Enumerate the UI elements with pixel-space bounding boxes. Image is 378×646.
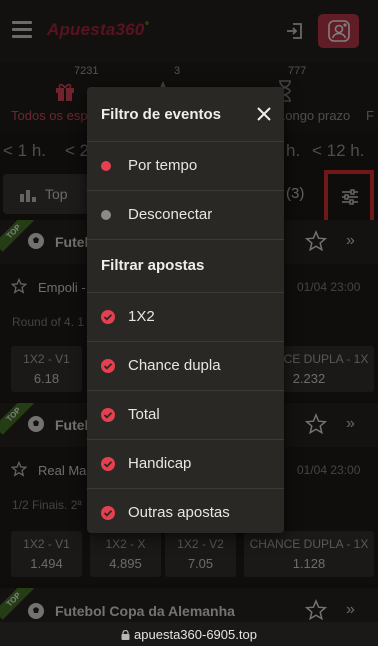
check-circle-icon: [101, 310, 115, 324]
check-circle-icon: [101, 359, 115, 373]
url-text: apuesta360-6905.top: [0, 627, 378, 642]
bets-section-header: Filtrar apostas: [87, 239, 284, 292]
url-value: apuesta360-6905.top: [134, 627, 257, 642]
section-title: Filtrar apostas: [101, 257, 205, 274]
filter-option-disconnect[interactable]: Desconectar: [87, 190, 284, 239]
radio-dot-icon: [101, 210, 111, 220]
bet-filter-other[interactable]: Outras apostas: [87, 488, 284, 533]
check-circle-icon: [101, 408, 115, 422]
bet-filter-label: Handicap: [128, 455, 192, 472]
filter-option-by-time[interactable]: Por tempo: [87, 141, 284, 190]
bet-filter-total[interactable]: Total: [87, 390, 284, 439]
bet-filter-label: Total: [128, 406, 160, 423]
close-icon[interactable]: [255, 105, 273, 123]
filter-option-label: Desconectar: [128, 206, 213, 223]
bet-filter-1x2[interactable]: 1X2: [87, 292, 284, 341]
bet-filter-label: 1X2: [128, 308, 155, 325]
check-circle-icon: [101, 506, 115, 520]
bet-filter-double-chance[interactable]: Chance dupla: [87, 341, 284, 390]
modal-title: Filtro de eventos: [101, 106, 222, 123]
bet-filter-label: Outras apostas: [128, 504, 230, 521]
browser-url-bar[interactable]: apuesta360-6905.top: [0, 622, 378, 646]
lock-icon: [121, 629, 130, 640]
radio-dot-icon: [101, 161, 111, 171]
bet-filter-handicap[interactable]: Handicap: [87, 439, 284, 488]
bet-filter-label: Chance dupla: [128, 357, 221, 374]
filter-option-label: Por tempo: [128, 157, 198, 174]
event-filter-modal: Filtro de eventos Por tempo Desconectar …: [87, 87, 284, 533]
check-circle-icon: [101, 457, 115, 471]
